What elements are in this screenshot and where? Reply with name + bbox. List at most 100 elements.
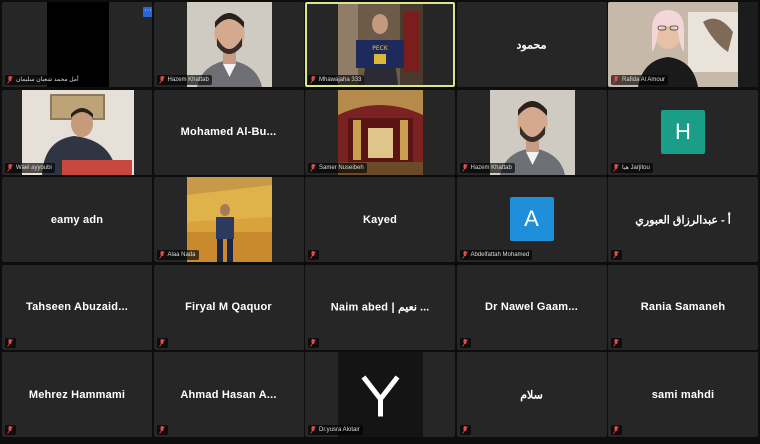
participant-tile-active-speaker[interactable]: PECK Mhawajaha 333 <box>305 2 455 87</box>
mic-muted-icon <box>158 338 165 347</box>
participant-tile[interactable]: أ - عبدالرزاق العبوري <box>608 177 758 262</box>
mic-muted-icon <box>613 338 619 347</box>
participant-name: Mhawajaha 333 <box>319 77 362 83</box>
participant-label: Rafida Al Amour <box>611 75 669 85</box>
participant-tile[interactable]: Wael ayyoubi <box>2 89 152 175</box>
participant-label: Alaa Nada <box>156 250 199 260</box>
participant-tile[interactable]: H هيا Jarjitou <box>608 89 758 175</box>
mic-muted-icon <box>461 251 468 259</box>
participant-label <box>459 337 471 348</box>
participant-name: Firyal M Qaquor <box>185 301 272 313</box>
participant-name: Mehrez Hammami <box>28 388 126 401</box>
participant-tile[interactable]: محمود <box>456 2 607 87</box>
participant-tile[interactable]: Mehrez Hammami <box>2 352 152 437</box>
participant-name: أمل محمد شعبان سليمان <box>16 77 79 83</box>
mic-muted-icon <box>613 251 619 259</box>
video-feed <box>186 177 272 262</box>
participant-tile[interactable]: Kayed <box>305 177 455 262</box>
participant-name: Samer Nuseibeh <box>319 164 364 171</box>
avatar: A <box>509 197 554 241</box>
participant-name: Alaa Nada <box>167 252 196 258</box>
participant-name: سلام <box>520 389 543 401</box>
participant-name: Dr.yusra Alotair <box>319 427 360 433</box>
mic-muted-icon <box>461 338 468 347</box>
mic-muted-icon <box>158 76 165 84</box>
participant-label <box>611 250 622 260</box>
video-feed: PECK <box>338 4 423 85</box>
participant-name: Rafida Al Amour <box>622 77 666 83</box>
participant-label: Dr.yusra Alotair <box>308 425 363 435</box>
participant-label <box>308 337 319 348</box>
participant-name: Kayed <box>362 213 398 226</box>
participant-name: أ - عبدالرزاق العبوري <box>635 214 731 226</box>
participant-tile[interactable]: eamy adn <box>2 177 152 262</box>
video-grid: أمل محمد شعبان سليمان ··· Hazem Khattab <box>2 2 758 442</box>
mic-muted-icon <box>461 426 468 434</box>
participant-tile[interactable]: sami mahdi <box>608 352 758 437</box>
participant-tile[interactable]: Firyal M Qaquor <box>153 264 304 350</box>
participant-name: محمود <box>516 39 547 51</box>
video-feed <box>489 89 575 175</box>
participant-label <box>459 425 471 435</box>
participant-label: Abdelfattah Mohamed <box>459 250 533 260</box>
mic-muted-icon <box>613 76 619 84</box>
participant-name: Wael ayyoubi <box>16 164 52 171</box>
participant-label <box>5 337 16 348</box>
participant-tile[interactable]: Hazem Khattab <box>153 2 304 87</box>
mic-muted-icon <box>310 338 316 347</box>
participant-tile[interactable]: Naim abed | نعيم ... <box>305 264 455 350</box>
participant-label <box>611 337 622 348</box>
mic-muted-icon <box>158 426 165 434</box>
mic-muted-icon <box>7 338 13 347</box>
participant-label: Mhawajaha 333 <box>308 75 365 85</box>
participant-label: أمل محمد شعبان سليمان <box>5 75 82 85</box>
participant-tile[interactable]: Dr Nawel Gaam... <box>456 264 607 350</box>
mic-muted-icon <box>158 251 165 259</box>
mic-muted-icon <box>7 76 13 84</box>
participant-tile[interactable]: Rania Samaneh <box>608 264 758 350</box>
participant-label: Hazem Khattab <box>459 162 515 173</box>
participant-name: هيا Jarjitou <box>622 164 650 171</box>
participant-name: Tahseen Abuzaid... <box>25 301 128 313</box>
participant-name: Abdelfattah Mohamed <box>470 252 530 258</box>
participant-label <box>156 425 168 435</box>
mic-muted-icon <box>310 76 316 84</box>
participant-tile[interactable]: Dr.yusra Alotair <box>305 352 455 437</box>
participant-tile[interactable]: Rafida Al Amour <box>608 2 758 87</box>
avatar: H <box>661 109 705 154</box>
participant-tile[interactable]: A Abdelfattah Mohamed <box>456 177 607 262</box>
participant-name: Naim abed | نعيم ... <box>330 301 430 314</box>
participant-tile[interactable]: Hazem Khattab <box>456 89 607 175</box>
participant-tile[interactable]: Tahseen Abuzaid... <box>2 264 152 350</box>
participant-tile[interactable]: Mohamed Al-Bu... <box>153 89 304 175</box>
participant-label: Wael ayyoubi <box>5 162 55 173</box>
mic-muted-icon <box>7 163 13 172</box>
participant-name: eamy adn <box>50 213 104 226</box>
participant-name: Hazem Khattab <box>470 164 512 171</box>
participant-name: Ahmad Hasan A... <box>180 388 277 401</box>
mic-muted-icon <box>310 251 316 259</box>
svg-text:PECK: PECK <box>372 45 389 52</box>
participant-tile[interactable]: أمل محمد شعبان سليمان ··· <box>2 2 152 87</box>
mic-muted-icon <box>461 163 468 172</box>
participant-label <box>5 425 16 435</box>
participant-name: Rania Samaneh <box>640 301 726 313</box>
mic-muted-icon <box>7 426 13 434</box>
more-options-button[interactable]: ··· <box>143 7 152 17</box>
participant-tile[interactable]: Samer Nuseibeh <box>305 89 455 175</box>
participant-name: sami mahdi <box>651 388 715 401</box>
participant-name: Hazem Khattab <box>167 77 209 83</box>
participant-label: Samer Nuseibeh <box>308 162 367 173</box>
participant-tile[interactable]: سلام <box>456 352 607 437</box>
mic-muted-icon <box>310 163 316 172</box>
participant-tile[interactable]: Ahmad Hasan A... <box>153 352 304 437</box>
participant-name: Dr Nawel Gaam... <box>484 301 579 313</box>
participant-label: Hazem Khattab <box>156 75 212 85</box>
video-feed <box>338 89 423 175</box>
mic-muted-icon <box>613 426 619 434</box>
mic-muted-icon <box>310 426 316 434</box>
mic-muted-icon <box>613 163 619 172</box>
participant-label <box>611 425 622 435</box>
participant-tile[interactable]: Alaa Nada <box>153 177 304 262</box>
participant-label <box>308 250 319 260</box>
